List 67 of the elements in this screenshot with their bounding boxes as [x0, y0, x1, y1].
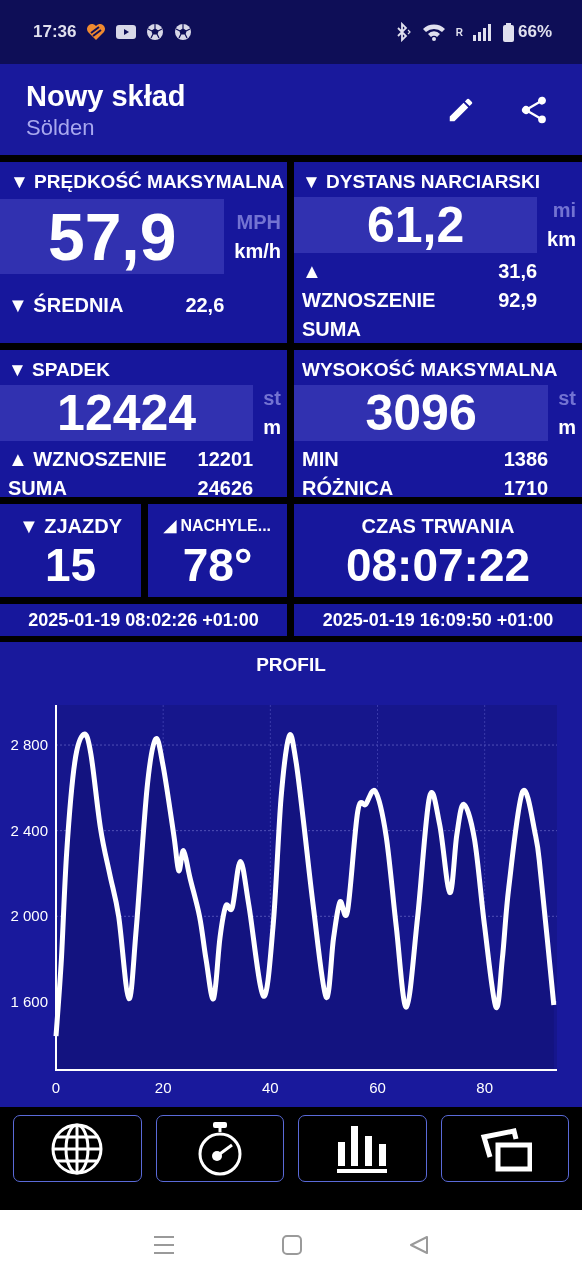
detail-label: ▼ ŚREDNIA: [8, 294, 124, 317]
menu-icon: [153, 1235, 176, 1255]
location-subtitle: Sölden: [26, 113, 96, 142]
photos-button[interactable]: [440, 1115, 569, 1182]
y-tick-label: 2 000: [10, 907, 48, 925]
x-tick-label: 20: [154, 1079, 172, 1096]
detail-value: 12201: [197, 448, 254, 471]
bar-chart-icon: [336, 1123, 389, 1174]
card-title[interactable]: ◢ NACHYLE...: [163, 514, 272, 538]
square-icon: [282, 1235, 302, 1255]
roaming-label: R: [455, 26, 463, 38]
y-tick-label: 2 800: [10, 736, 48, 754]
end-time: 2025-01-19 16:09:50 +01:00: [322, 609, 554, 631]
stat-value: 78°: [182, 538, 253, 592]
x-tick-label: 0: [51, 1079, 61, 1096]
detail-value: 92,9: [498, 289, 538, 312]
signal-icon: [472, 23, 493, 41]
detail-value: 1386: [503, 448, 549, 471]
card-title[interactable]: ▼ PRĘDKOŚĆ MAKSYMALNA: [0, 162, 287, 199]
y-tick-label: 1 600: [10, 992, 48, 1010]
chart-title: PROFIL: [256, 654, 326, 676]
stat-value: 12424: [0, 385, 254, 441]
heart-icon: [86, 23, 107, 41]
x-tick-label: 40: [262, 1079, 279, 1096]
detail-label: WZNOSZENIE: [302, 289, 436, 312]
stat-value: 3096: [294, 385, 549, 441]
back-icon: [408, 1235, 429, 1255]
detail-value: 24626: [197, 477, 254, 497]
bluetooth-icon: [395, 22, 412, 42]
start-time: 2025-01-19 08:02:26 +01:00: [28, 609, 259, 631]
detail-value: 1710: [503, 477, 549, 497]
card-title: CZAS TRWANIA: [361, 514, 515, 538]
wifi-icon: [421, 23, 446, 41]
ball-icon: [174, 23, 193, 41]
statistics-button[interactable]: [298, 1115, 427, 1182]
detail-label: ▲: [302, 260, 322, 283]
card-title[interactable]: ▼ ZJAZDY: [18, 514, 123, 538]
unit-option[interactable]: m: [558, 416, 576, 439]
ball-icon: [146, 23, 165, 41]
clock: 17:36: [33, 22, 77, 42]
detail-label: SUMA: [302, 318, 361, 341]
battery-level: 66%: [517, 22, 552, 42]
screen-title: Nowy skład: [26, 78, 187, 114]
globe-icon: [50, 1121, 105, 1176]
unit-option[interactable]: m: [263, 416, 281, 439]
stat-value: 57,9: [0, 199, 225, 274]
detail-label: SUMA: [8, 477, 67, 497]
stat-value: 15: [44, 538, 97, 592]
detail-label: RÓŻNICA: [302, 477, 394, 497]
stat-value: 08:07:22: [345, 538, 531, 592]
card-title[interactable]: WYSOKOŚĆ MAKSYMALNA: [294, 350, 582, 385]
unit-option[interactable]: km/h: [234, 239, 281, 263]
battery-icon: [502, 22, 514, 42]
play-icon: [116, 25, 137, 39]
x-tick-label: 60: [369, 1079, 386, 1096]
stopwatch-button[interactable]: [155, 1115, 284, 1182]
card-title[interactable]: ▼ SPADEK: [0, 350, 287, 385]
card-title[interactable]: ▼ DYSTANS NARCIARSKI: [294, 162, 582, 197]
detail-label: MIN: [302, 448, 339, 471]
unit-option[interactable]: km: [547, 228, 576, 251]
detail-value: 31,6: [498, 260, 538, 283]
stat-value: 61,2: [294, 197, 538, 253]
detail-value: 22,6: [185, 294, 225, 317]
map-button[interactable]: [13, 1115, 142, 1182]
y-tick-label: 2 400: [10, 821, 48, 839]
x-tick-label: 80: [476, 1079, 493, 1096]
detail-label: ▲ WZNOSZENIE: [8, 448, 167, 471]
